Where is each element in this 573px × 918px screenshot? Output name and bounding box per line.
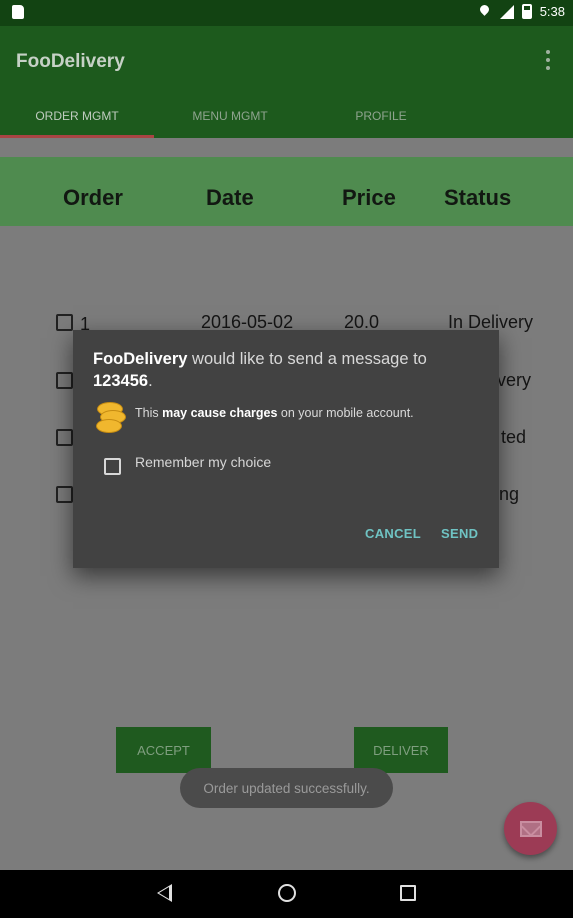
status-bar: 5:38 (0, 0, 573, 26)
warning-emphasis: may cause charges (162, 406, 278, 420)
signal-icon (498, 4, 514, 19)
header-price: Price (342, 185, 396, 210)
toast-message: Order updated successfully. (180, 768, 393, 808)
warning-suffix: on your mobile account. (277, 406, 414, 420)
row-checkbox[interactable] (56, 314, 73, 331)
location-icon (479, 5, 490, 19)
dialog-phone-number: 123456 (93, 372, 149, 390)
dialog-message-end: . (148, 372, 153, 390)
dialog-app-name: FooDelivery (93, 350, 188, 368)
row-status: ted (501, 427, 527, 447)
tab-menu-mgmt[interactable]: MENU MGMT (154, 104, 306, 138)
warning-prefix: This (135, 406, 163, 420)
sd-card-icon (12, 5, 24, 19)
status-time: 5:38 (539, 4, 565, 19)
header-date: Date (206, 185, 254, 210)
header-order: Order (63, 185, 123, 210)
mail-icon (519, 820, 542, 837)
overflow-menu-icon[interactable] (545, 50, 551, 70)
row-status: very (497, 370, 532, 390)
tab-profile[interactable]: PROFILE (306, 104, 456, 138)
row-checkbox[interactable] (56, 429, 73, 446)
back-icon[interactable] (157, 884, 172, 902)
row-checkbox[interactable] (56, 372, 73, 389)
accept-button[interactable]: ACCEPT (116, 727, 211, 773)
recents-icon[interactable] (400, 885, 416, 901)
cancel-button[interactable]: CANCEL (365, 526, 421, 541)
table-header: Order Date Price Status (0, 157, 573, 226)
app-title: FooDelivery (16, 51, 125, 72)
navigation-bar (0, 870, 573, 918)
device-screen: 5:38 FooDelivery ORDER MGMT MENU MGMT PR… (0, 0, 573, 918)
coins-icon (95, 402, 127, 436)
sms-permission-dialog: FooDelivery would like to send a message… (73, 330, 499, 568)
remember-choice-checkbox[interactable] (104, 458, 121, 475)
header-status: Status (444, 185, 512, 210)
app-bar: FooDelivery ORDER MGMT MENU MGMT PROFILE (0, 26, 573, 138)
deliver-button[interactable]: DELIVER (354, 727, 448, 773)
row-status: ng (499, 484, 520, 504)
status-icons: 5:38 (479, 4, 565, 19)
remember-choice-label[interactable]: Remember my choice (135, 454, 271, 470)
battery-icon (521, 4, 532, 19)
send-button[interactable]: SEND (441, 526, 478, 541)
tab-bar: ORDER MGMT MENU MGMT PROFILE (0, 104, 573, 138)
send-message-button[interactable] (504, 802, 557, 855)
dialog-message-text: would like to send a message to (187, 350, 427, 368)
dialog-message: FooDelivery would like to send a message… (93, 348, 483, 392)
row-checkbox[interactable] (56, 486, 73, 503)
charges-warning: This may cause charges on your mobile ac… (135, 406, 414, 420)
tab-order-mgmt[interactable]: ORDER MGMT (0, 104, 154, 138)
home-icon[interactable] (278, 884, 296, 902)
